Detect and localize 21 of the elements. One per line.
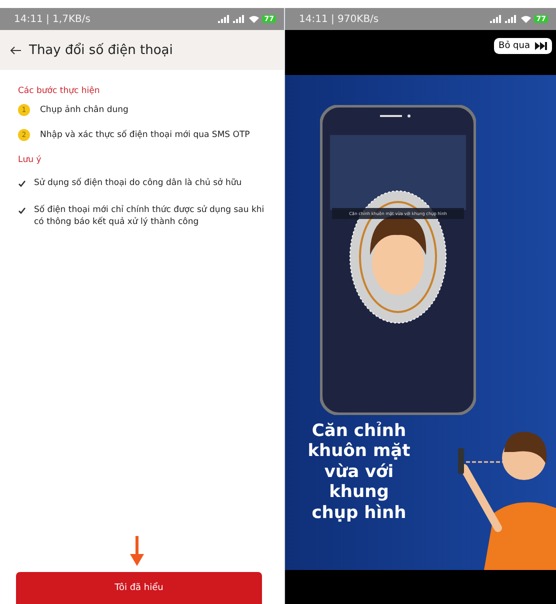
wifi-icon bbox=[249, 15, 260, 23]
signal-icon bbox=[218, 15, 246, 23]
confirm-button[interactable]: Tôi đã hiểu bbox=[16, 572, 262, 604]
note-text: Số điện thoại mới chỉ chính thức được sử dụng sau khi có thông báo kết quả xử lý thành công bbox=[34, 204, 266, 229]
status-time: 14:11 | 970KB/s bbox=[299, 14, 379, 24]
signal-icon bbox=[490, 15, 518, 23]
step-text: Chụp ảnh chân dung bbox=[40, 104, 128, 116]
check-icon bbox=[18, 180, 26, 187]
skip-icon bbox=[535, 42, 547, 50]
status-time: 14:11 | 1,7KB/s bbox=[14, 14, 90, 24]
down-arrow-icon bbox=[130, 536, 144, 566]
note-text: Sử dụng số điện thoại do công dân là chủ sở hữu bbox=[34, 176, 242, 189]
back-arrow-icon[interactable] bbox=[10, 46, 21, 54]
skip-button[interactable]: Bỏ qua bbox=[494, 38, 552, 54]
instruction-caption: Căn chỉnh khuôn mặt vừa với khung chụp hình bbox=[306, 421, 412, 523]
page-title: Thay đổi số điện thoại bbox=[29, 42, 173, 58]
check-icon bbox=[18, 206, 26, 214]
step-text: Nhập và xác thực số điện thoại mới qua SMS OTP bbox=[40, 129, 250, 142]
section-title: Các bước thực hiện bbox=[18, 86, 101, 96]
wifi-icon bbox=[521, 15, 532, 23]
section-title: Lưu ý bbox=[18, 154, 42, 165]
